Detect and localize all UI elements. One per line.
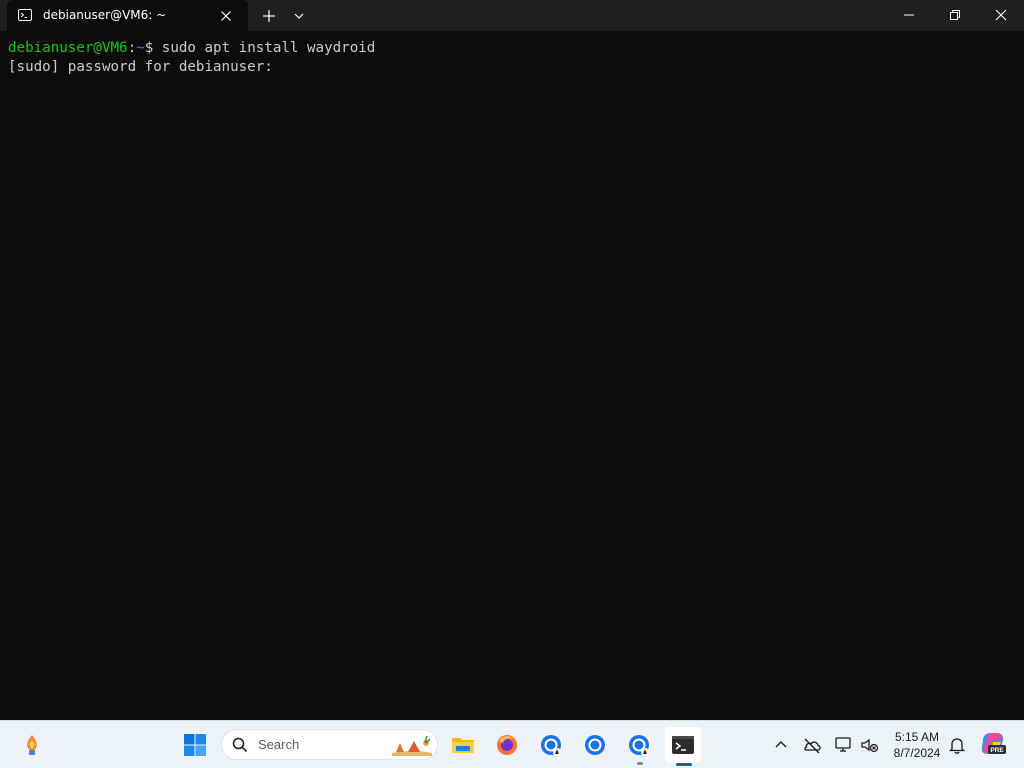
restore-icon bbox=[950, 10, 960, 20]
running-indicator bbox=[637, 762, 643, 765]
close-icon bbox=[995, 9, 1007, 21]
windows-logo-icon bbox=[184, 734, 206, 756]
terminal-taskbar-button[interactable] bbox=[665, 727, 701, 763]
weather-widget-icon bbox=[27, 735, 37, 755]
title-bar: debianuser@VM6: ~ bbox=[0, 0, 1024, 31]
search-placeholder: Search bbox=[258, 737, 300, 752]
close-tab-icon[interactable] bbox=[217, 7, 235, 25]
firefox-icon bbox=[497, 735, 517, 755]
prompt-user-host: debianuser@VM6 bbox=[8, 40, 128, 56]
minimize-button[interactable] bbox=[886, 0, 932, 31]
network-icon[interactable] bbox=[833, 734, 855, 756]
search-input[interactable]: Search bbox=[221, 729, 438, 760]
minimize-icon bbox=[904, 14, 914, 16]
widgets-button[interactable] bbox=[14, 727, 50, 763]
chrome-icon bbox=[541, 735, 561, 756]
command-line: debianuser@VM6:~$ sudo apt install waydr… bbox=[8, 39, 375, 58]
prompt-path: ~ bbox=[136, 40, 145, 56]
clock[interactable]: 5:15 AM 8/7/2024 bbox=[884, 729, 950, 761]
taskbar: Search 5:15 AM 8/7/2024 PRE bbox=[0, 720, 1024, 768]
notification-bell-icon[interactable] bbox=[946, 734, 968, 756]
terminal-pane[interactable]: debianuser@VM6:~$ sudo apt install waydr… bbox=[0, 31, 1024, 720]
chrome-button-3[interactable] bbox=[621, 727, 657, 763]
search-icon bbox=[232, 737, 248, 753]
folder-icon bbox=[452, 738, 474, 753]
chrome-button-2[interactable] bbox=[577, 727, 613, 763]
prompt-separator: : bbox=[127, 40, 137, 56]
copilot-icon[interactable]: PRE bbox=[979, 730, 1007, 758]
output-line: [sudo] password for debianuser: bbox=[8, 59, 273, 75]
command-text: sudo apt install waydroid bbox=[153, 40, 376, 56]
tab-title: debianuser@VM6: ~ bbox=[43, 8, 167, 22]
clock-time: 5:15 AM bbox=[894, 730, 940, 744]
active-indicator bbox=[676, 763, 692, 766]
chevron-up-icon[interactable] bbox=[770, 734, 792, 756]
chevron-down-icon[interactable] bbox=[290, 7, 308, 25]
terminal-icon bbox=[18, 9, 32, 21]
volume-muted-icon[interactable] bbox=[859, 734, 881, 756]
onedrive-offline-icon[interactable] bbox=[801, 734, 823, 756]
close-window-button[interactable] bbox=[978, 0, 1024, 31]
new-tab-icon[interactable] bbox=[259, 6, 279, 26]
chrome-icon bbox=[629, 735, 649, 756]
clock-date: 8/7/2024 bbox=[893, 746, 941, 760]
search-highlight-icon bbox=[392, 735, 432, 756]
prompt-symbol: $ bbox=[144, 40, 154, 56]
chrome-icon bbox=[585, 735, 605, 755]
start-button[interactable] bbox=[177, 727, 213, 763]
terminal-app-icon bbox=[672, 736, 694, 754]
restore-button[interactable] bbox=[932, 0, 978, 31]
firefox-button[interactable] bbox=[489, 727, 525, 763]
chrome-button-1[interactable] bbox=[533, 727, 569, 763]
tab-terminal[interactable]: debianuser@VM6: ~ bbox=[7, 0, 248, 31]
file-explorer-button[interactable] bbox=[445, 727, 481, 763]
copilot-badge: PRE bbox=[990, 747, 1004, 754]
